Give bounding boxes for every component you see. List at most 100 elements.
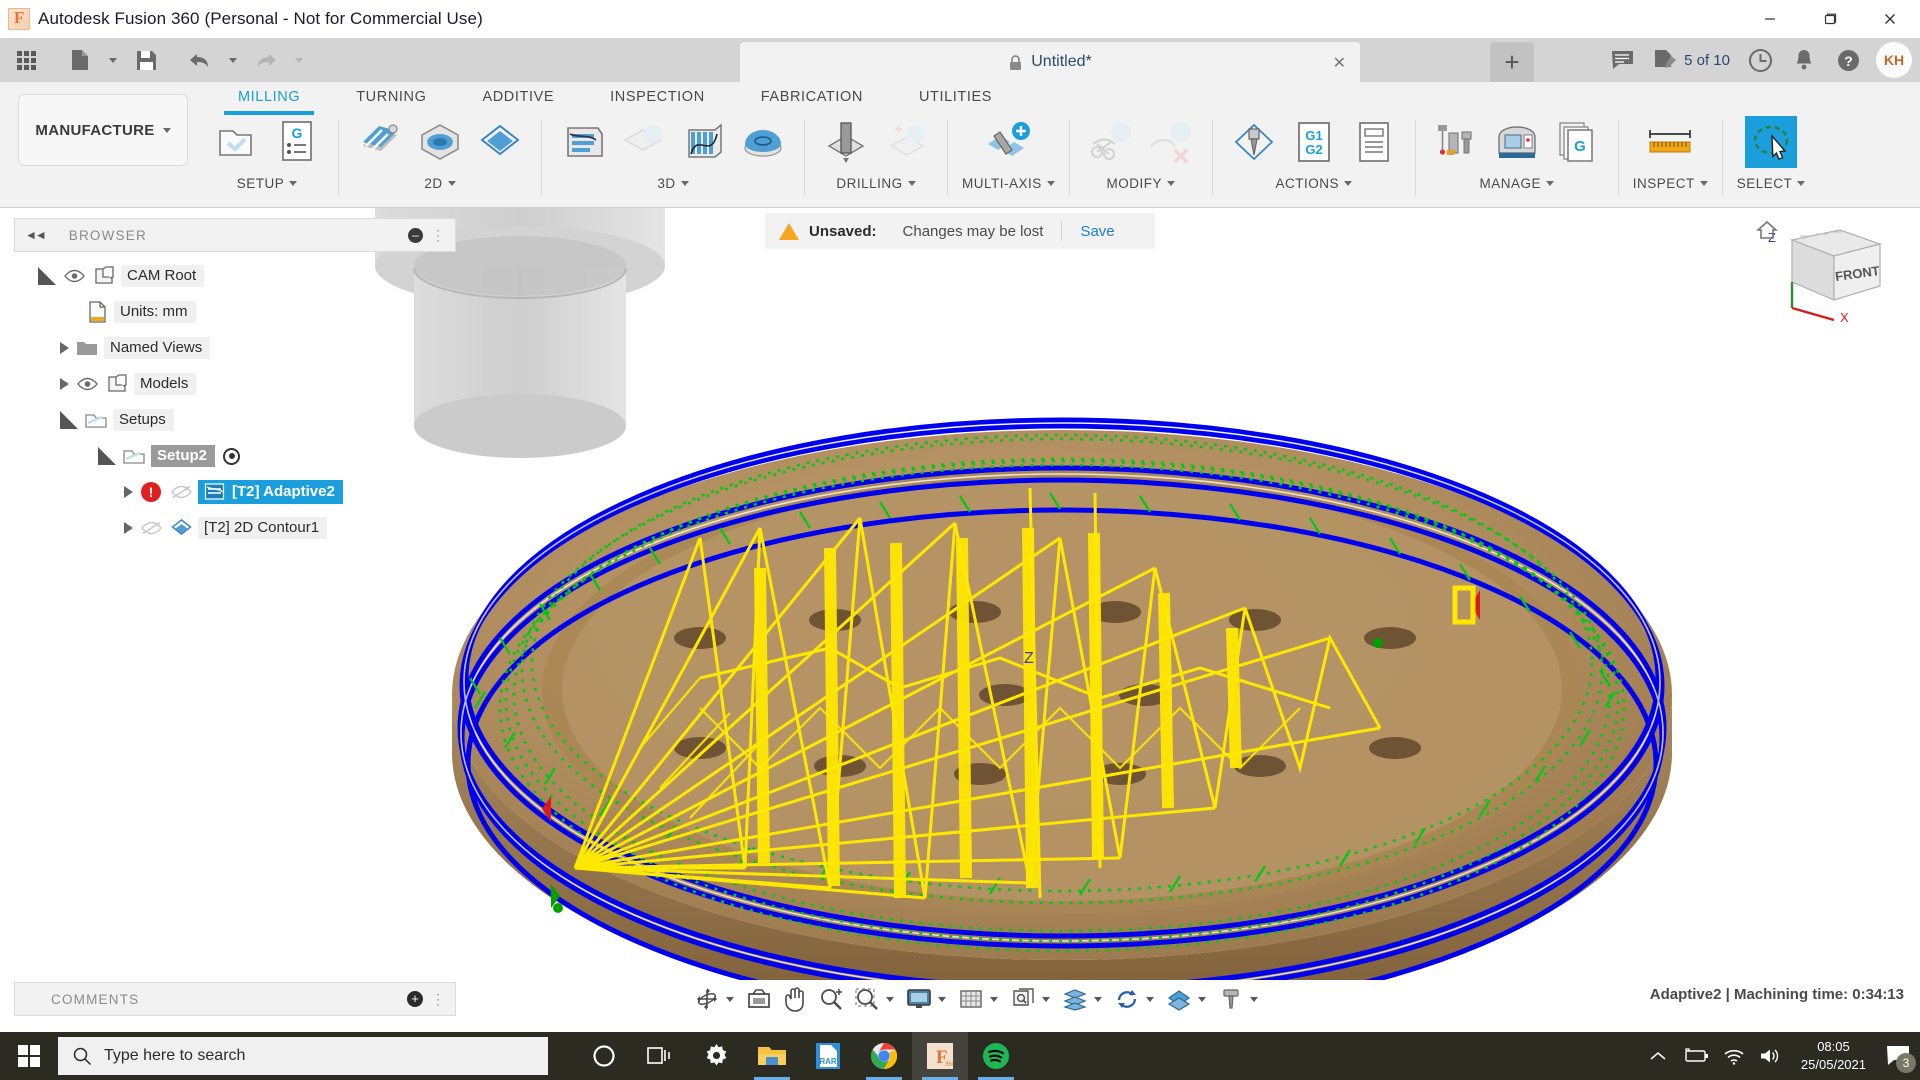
select-tool-icon[interactable] — [1745, 116, 1798, 168]
jobs-status-button[interactable]: 5 of 10 — [1646, 49, 1736, 71]
2d-pocket-icon[interactable] — [413, 115, 467, 169]
chevron-down-icon[interactable] — [1546, 181, 1555, 186]
collapse-left-icon[interactable]: ◄◄ — [25, 228, 47, 242]
chevron-down-icon[interactable] — [907, 181, 916, 186]
task-view-icon[interactable] — [632, 1032, 688, 1080]
chevron-down-icon[interactable] — [1699, 181, 1708, 186]
simulate-icon[interactable] — [1227, 115, 1281, 169]
orbit-icon[interactable] — [690, 982, 724, 1016]
setup-sheet-icon[interactable] — [1347, 115, 1401, 169]
chevron-down-icon[interactable] — [1046, 181, 1055, 186]
viewports-icon[interactable] — [1006, 982, 1040, 1016]
display-settings-icon[interactable] — [902, 982, 936, 1016]
simulate-dropdown-icon[interactable] — [1146, 996, 1154, 1002]
visibility-eye-off-icon[interactable] — [138, 516, 164, 540]
clock-icon[interactable] — [1740, 40, 1780, 80]
display-settings-dropdown-icon[interactable] — [938, 996, 946, 1002]
chevron-down-icon[interactable] — [1797, 181, 1806, 186]
pocket-clearing-icon[interactable] — [616, 115, 670, 169]
taskbar-clock[interactable]: 08:05 25/05/2021 — [1795, 1038, 1872, 1073]
machine-library-icon[interactable] — [1490, 115, 1544, 169]
document-tab[interactable]: Untitled* ✕ — [740, 42, 1360, 82]
tree-item-setups[interactable]: Setups — [14, 402, 434, 438]
post-library-icon[interactable]: G — [1550, 115, 1604, 169]
show-hidden-icons-icon[interactable] — [1649, 1050, 1667, 1062]
tool-library-icon[interactable] — [1430, 115, 1484, 169]
cortana-icon[interactable] — [576, 1032, 632, 1080]
minimize-button[interactable] — [1740, 0, 1800, 38]
pan-icon[interactable] — [778, 982, 812, 1016]
tab-inspection[interactable]: INSPECTION — [582, 85, 733, 111]
new-document-dropdown-icon[interactable] — [100, 40, 126, 80]
toolpath-visibility-dropdown-icon[interactable] — [1198, 996, 1206, 1002]
tree-item-adaptive2[interactable]: ! [T2] Adaptive2 — [14, 474, 434, 510]
spotify-icon[interactable] — [968, 1032, 1024, 1080]
stock-visibility-dropdown-icon[interactable] — [1094, 996, 1102, 1002]
settings-icon[interactable] — [688, 1032, 744, 1080]
tree-item-models[interactable]: Models — [14, 366, 434, 402]
face-toolpath-icon[interactable] — [353, 115, 407, 169]
new-document-icon[interactable] — [60, 40, 100, 80]
tool-filter-dropdown-icon[interactable] — [1250, 996, 1258, 1002]
chevron-down-icon[interactable] — [447, 181, 456, 186]
zoom-icon[interactable] — [814, 982, 848, 1016]
zoom-window-icon[interactable] — [850, 982, 884, 1016]
add-comment-icon[interactable]: + — [407, 991, 423, 1007]
look-at-icon[interactable] — [742, 982, 776, 1016]
visibility-eye-icon[interactable] — [61, 264, 87, 288]
taskbar-search-input[interactable]: Type here to search — [58, 1037, 548, 1075]
save-icon[interactable] — [126, 40, 166, 80]
action-center-icon[interactable]: 3 — [1886, 1045, 1916, 1073]
workspace-switcher[interactable]: MANUFACTURE — [18, 94, 188, 166]
app-grid-icon[interactable] — [6, 40, 46, 80]
tool-filter-icon[interactable] — [1214, 982, 1248, 1016]
zoom-window-dropdown-icon[interactable] — [886, 996, 894, 1002]
minimize-panel-icon[interactable]: – — [408, 227, 423, 243]
view-cube[interactable]: Z FRONT X — [1756, 216, 1896, 326]
winrar-icon[interactable]: RAR — [800, 1032, 856, 1080]
chrome-icon[interactable] — [856, 1032, 912, 1080]
toolpath-visibility-icon[interactable] — [1162, 982, 1196, 1016]
file-explorer-icon[interactable] — [744, 1032, 800, 1080]
chevron-down-icon[interactable] — [680, 181, 689, 186]
parallel-toolpath-icon[interactable] — [676, 115, 730, 169]
drill-icon[interactable] — [819, 115, 873, 169]
comment-icon[interactable] — [1602, 40, 1642, 80]
wifi-icon[interactable] — [1723, 1048, 1745, 1065]
tab-additive[interactable]: ADDITIVE — [454, 85, 582, 111]
expander-closed-icon[interactable] — [60, 342, 69, 354]
resize-grip-icon[interactable]: ⋮ — [431, 991, 445, 1008]
tree-item-units[interactable]: Units: mm — [14, 294, 434, 330]
chevron-down-icon[interactable] — [1344, 181, 1353, 186]
expander-closed-icon[interactable] — [60, 378, 69, 390]
new-tab-button[interactable]: + — [1490, 42, 1534, 82]
home-icon[interactable] — [1756, 220, 1778, 240]
expander-open-icon[interactable] — [98, 447, 116, 465]
help-icon[interactable]: ? — [1828, 40, 1868, 80]
expander-closed-icon[interactable] — [124, 486, 133, 498]
adaptive-clearing-icon[interactable] — [556, 115, 610, 169]
measure-icon[interactable] — [1643, 115, 1697, 169]
setup-new-icon[interactable] — [210, 115, 264, 169]
expander-open-icon[interactable] — [60, 411, 78, 429]
grid-snaps-icon[interactable] — [954, 982, 988, 1016]
ncprogram-icon[interactable]: G — [270, 115, 324, 169]
tree-item-2d-contour1[interactable]: [T2] 2D Contour1 — [14, 510, 434, 546]
tab-turning[interactable]: TURNING — [328, 85, 454, 111]
battery-charging-icon[interactable] — [1681, 1048, 1709, 1064]
fusion360-icon[interactable]: F 360 — [912, 1032, 968, 1080]
g1g2-post-process-icon[interactable]: G1 G2 — [1287, 115, 1341, 169]
undo-dropdown-icon[interactable] — [220, 40, 246, 80]
avatar[interactable]: KH — [1876, 42, 1912, 78]
redo-dropdown-icon[interactable] — [286, 40, 312, 80]
close-tab-icon[interactable]: ✕ — [1333, 53, 1346, 73]
stock-visibility-icon[interactable] — [1058, 982, 1092, 1016]
redo-icon[interactable] — [246, 40, 286, 80]
resize-grip-icon[interactable]: ⋮ — [431, 227, 445, 244]
volume-icon[interactable] — [1759, 1047, 1781, 1065]
expander-open-icon[interactable] — [38, 267, 56, 285]
close-button[interactable] — [1860, 0, 1920, 38]
undo-icon[interactable] — [180, 40, 220, 80]
visibility-eye-off-icon[interactable] — [168, 480, 194, 504]
maximize-button[interactable] — [1800, 0, 1860, 38]
